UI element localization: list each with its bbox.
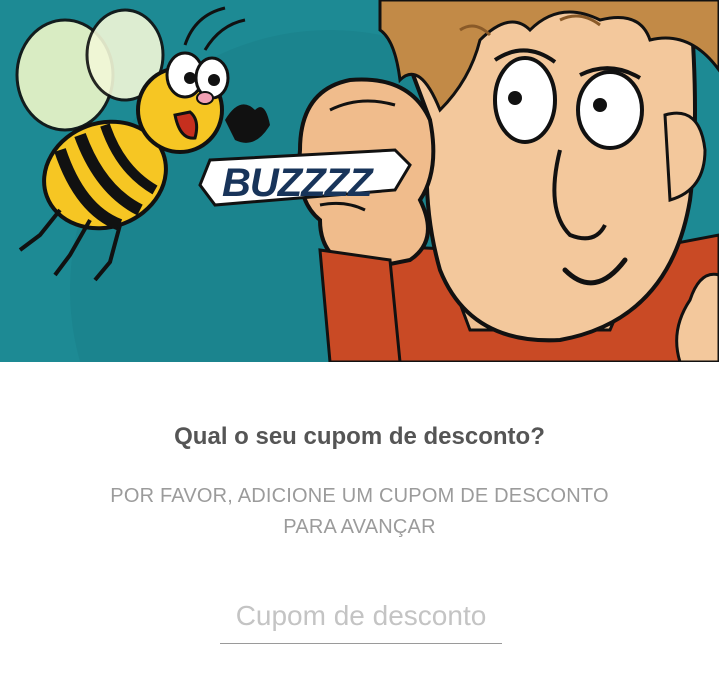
buzz-sound-text: BUZZZZ: [222, 161, 374, 205]
hero-illustration: BUZZZZ: [0, 0, 719, 362]
page-title: Qual o seu cupom de desconto?: [174, 423, 545, 450]
coupon-code-input[interactable]: [220, 588, 502, 644]
coupon-form-section: Qual o seu cupom de desconto? POR FAVOR,…: [0, 362, 719, 695]
subtitle-line-2: PARA AVANÇAR: [283, 516, 436, 538]
page-subtitle: POR FAVOR, ADICIONE UM CUPOM DE DESCONTO…: [0, 481, 719, 543]
bee-buzzing-cartoon-illustration: BUZZZZ: [0, 0, 719, 362]
subtitle-line-1: POR FAVOR, ADICIONE UM CUPOM DE DESCONTO: [110, 485, 609, 507]
